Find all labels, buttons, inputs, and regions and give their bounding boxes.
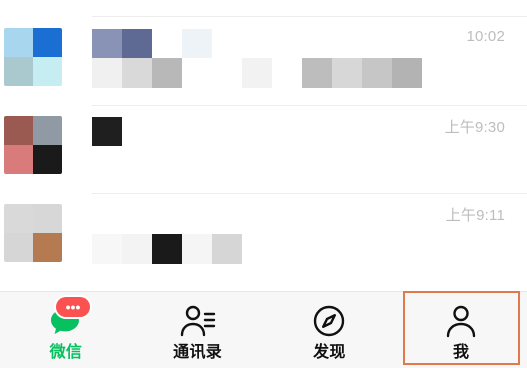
redacted-block [182, 234, 212, 264]
redacted-block [182, 29, 212, 58]
chat-name [92, 117, 122, 146]
redacted-block [92, 29, 122, 58]
redacted-block [212, 58, 242, 88]
chat-row[interactable]: 10:02 [0, 24, 527, 112]
tab-wechat[interactable]: 微信 ••• [0, 292, 132, 368]
tab-label: 我 [452, 344, 470, 361]
avatar-tile [4, 145, 33, 174]
avatar[interactable] [4, 28, 62, 86]
avatar-tile [4, 204, 33, 233]
chat-row[interactable]: 上午9:30 [0, 112, 527, 200]
redacted-block [152, 58, 182, 88]
chat-time: 上午9:30 [444, 119, 505, 136]
avatar[interactable] [4, 116, 62, 174]
chat-preview [92, 58, 422, 88]
redacted-block [272, 58, 302, 88]
avatar-tile [4, 116, 33, 145]
avatar-tile [33, 145, 62, 174]
tab-discover[interactable]: 发现 [264, 292, 396, 368]
chat-preview [92, 234, 242, 264]
bottom-tabbar: 微信 ••• 通讯录 发现 我 [0, 291, 527, 368]
unread-badge: ••• [56, 297, 90, 317]
chat-list: 10:02 上午9:30 上午9:11 [0, 0, 527, 292]
wechat-screen: 10:02 上午9:30 上午9:11 微信 ••• 通讯录 发现 我 [0, 0, 527, 368]
tab-me[interactable]: 我 [395, 292, 527, 368]
chat-name [92, 29, 212, 58]
redacted-block [242, 58, 272, 88]
chat-row-partial[interactable] [0, 0, 527, 24]
chat-time: 上午9:11 [445, 207, 505, 224]
redacted-block [182, 58, 212, 88]
redacted-block [332, 58, 362, 88]
redacted-block [392, 58, 422, 88]
divider [92, 105, 527, 106]
redacted-block [92, 234, 122, 264]
tab-label: 发现 [313, 344, 346, 361]
avatar-tile [4, 28, 33, 57]
avatar-tile [4, 57, 33, 86]
tab-label: 微信 [49, 344, 83, 361]
tab-label: 通讯录 [173, 344, 223, 361]
divider [92, 16, 527, 17]
redacted-block [362, 58, 392, 88]
divider [92, 193, 527, 194]
chat-time: 10:02 [466, 28, 505, 45]
redacted-block [152, 234, 182, 264]
avatar-tile [4, 233, 33, 262]
redacted-block [92, 117, 122, 146]
avatar[interactable] [4, 204, 62, 262]
redacted-block [122, 58, 152, 88]
tab-contacts[interactable]: 通讯录 [132, 292, 264, 368]
contacts-icon [179, 302, 217, 340]
avatar-tile [33, 28, 62, 57]
redacted-block [122, 29, 152, 58]
avatar-tile [33, 204, 62, 233]
redacted-block [302, 58, 332, 88]
redacted-block [92, 58, 122, 88]
redacted-block [122, 234, 152, 264]
avatar-tile [33, 233, 62, 262]
redacted-block [152, 29, 182, 58]
avatar-tile [33, 116, 62, 145]
compass-icon [310, 302, 348, 340]
chat-row[interactable]: 上午9:11 [0, 200, 527, 288]
redacted-block [212, 234, 242, 264]
avatar-tile [33, 57, 62, 86]
person-icon [442, 302, 480, 340]
